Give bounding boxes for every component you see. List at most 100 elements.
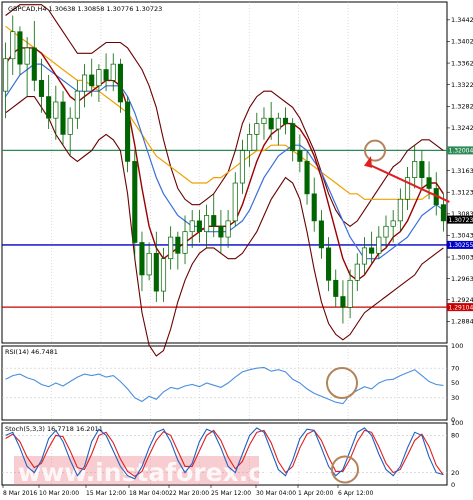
rsi-tick-label: 50	[451, 379, 459, 387]
candle-body	[74, 90, 80, 119]
candle-body	[376, 236, 382, 254]
candle-body	[340, 296, 346, 308]
candle-body	[153, 252, 159, 292]
candle-body	[38, 80, 45, 97]
candle-body	[261, 117, 267, 124]
candle-body	[211, 215, 217, 227]
candle-body	[46, 96, 52, 119]
y-tick-label: 1.29630	[451, 275, 473, 283]
x-tick-label: 25 Mar 12:00	[211, 490, 251, 497]
candle-body	[268, 117, 274, 130]
candle-body	[326, 247, 332, 281]
candle-body	[3, 58, 9, 92]
chart-svg: 1.34420 1.34020 1.33620 1.33220 1.32820 1.324…	[1, 1, 473, 497]
stoch-tick-label: 100	[451, 419, 463, 427]
candle-body	[412, 161, 418, 178]
candle-body	[117, 63, 123, 103]
candle-body	[282, 117, 289, 124]
stoch-tick-label: 0	[451, 481, 455, 489]
candle-body	[89, 74, 95, 87]
y-tick-label: 1.33620	[451, 59, 473, 67]
stoch-label: Stoch(5,3,3) 16.7718 16.2011	[5, 425, 103, 433]
x-tick-label: 22 Mar 20:00	[169, 490, 209, 497]
y-tick-label: 1.32820	[451, 102, 473, 110]
y-tick-label: 1.32420	[451, 124, 473, 132]
candle-body	[254, 123, 260, 135]
candle-body	[297, 150, 303, 162]
watermark-text: www.instaforex.com	[18, 458, 306, 487]
candle-body	[10, 31, 16, 60]
candle-body	[196, 220, 202, 233]
red-price-tag-label: 1.29104	[449, 304, 473, 311]
candle-body	[304, 161, 310, 195]
candle-body	[175, 236, 181, 254]
candle-body	[110, 63, 116, 81]
candle-body	[390, 220, 396, 227]
candle-body	[146, 252, 152, 276]
x-tick-label: 10 Mar 20:00	[39, 490, 79, 497]
candle-body	[218, 225, 224, 238]
rsi-label: RSI(14) 46.7481	[5, 348, 58, 356]
y-tick-label: 1.33220	[451, 81, 473, 89]
candle-body	[60, 101, 66, 135]
candle-body	[31, 47, 37, 81]
x-tick-label: 18 Mar 04:00	[129, 490, 169, 497]
candle-body	[383, 225, 389, 238]
x-tick-label: 1 Apr 20:00	[298, 490, 333, 497]
y-tick-label: 1.29240	[451, 296, 473, 304]
blue-price-tag-label: 1.30255	[449, 242, 473, 249]
price-pane-title: GBPCAD,H4 1.30638 1.30858 1.30776 1.3072…	[8, 5, 162, 13]
candle-body	[225, 220, 231, 238]
rsi-tick-label: 70	[451, 364, 459, 372]
candle-body	[347, 279, 353, 308]
candle-body	[24, 47, 30, 65]
y-tick-label: 1.34020	[451, 38, 473, 46]
candle-body	[17, 31, 23, 65]
candle-body	[426, 177, 432, 189]
candle-body	[397, 198, 403, 222]
rsi-tick-label: 30	[451, 394, 459, 402]
candle-body	[160, 258, 167, 292]
candle-body	[354, 263, 360, 281]
y-tick-label: 1.31230	[451, 188, 473, 196]
candle-body	[96, 69, 102, 87]
rsi-tick-label: 100	[451, 342, 463, 350]
y-tick-label: 1.30430	[451, 232, 473, 240]
candle-body	[103, 69, 109, 81]
candle-body	[125, 101, 131, 162]
candle-body	[239, 150, 245, 184]
x-tick-label: 15 Mar 12:00	[86, 490, 126, 497]
candle-body	[67, 117, 73, 135]
green-price-tag-label: 1.32004	[449, 148, 473, 155]
candle-body	[132, 161, 138, 243]
candle-body	[333, 279, 339, 297]
candle-body	[168, 236, 174, 260]
candle-body	[275, 117, 281, 130]
x-tick-label: 8 Mar 2016	[3, 490, 37, 497]
candle-body	[81, 74, 88, 92]
current-price-tag-label: 1.30723	[449, 217, 473, 224]
candle-body	[369, 247, 375, 254]
candle-body	[311, 193, 317, 222]
y-tick-label: 1.30030	[451, 253, 473, 261]
candle-body	[419, 161, 425, 178]
candle-body	[53, 101, 59, 119]
candle-body	[318, 220, 324, 249]
candle-body	[247, 134, 253, 151]
candle-body	[139, 242, 145, 276]
x-tick-label: 30 Mar 04:00	[256, 490, 296, 497]
y-tick-label: 1.28840	[451, 318, 473, 326]
price-pane-frame	[1, 1, 448, 344]
y-tick-label: 1.34420	[451, 16, 473, 24]
x-tick-label: 6 Apr 12:00	[338, 490, 373, 497]
candle-body	[290, 123, 296, 151]
stoch-tick-label: 80	[451, 432, 459, 440]
candle-body	[189, 220, 195, 233]
stoch-tick-label: 20	[451, 469, 459, 477]
candle-body	[440, 204, 446, 222]
candle-body	[182, 231, 188, 254]
candle-body	[361, 247, 368, 265]
y-tick-label: 1.31630	[451, 167, 473, 175]
candle-body	[204, 215, 210, 233]
candle-body	[232, 182, 238, 222]
